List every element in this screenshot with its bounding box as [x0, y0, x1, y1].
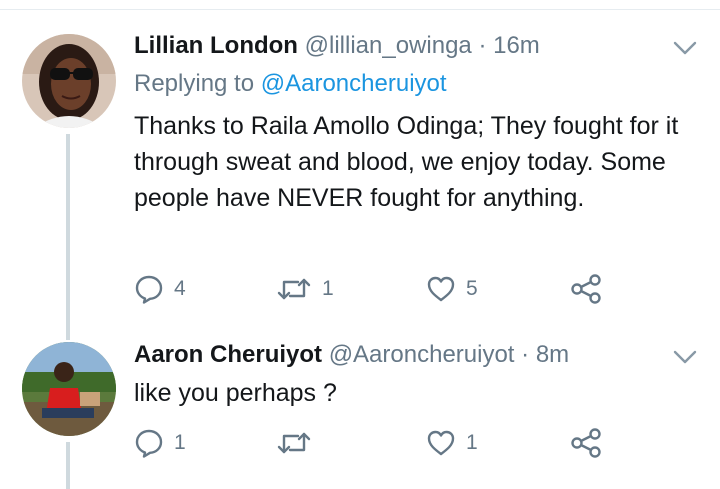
separator-dot: ·	[478, 32, 487, 59]
chevron-down-icon[interactable]	[672, 38, 698, 58]
thread-line-top	[66, 330, 70, 340]
thread-line-bottom	[66, 442, 70, 489]
display-name[interactable]: Aaron Cheruiyot	[134, 341, 322, 368]
like-button[interactable]: 1	[426, 428, 478, 458]
reply-icon	[135, 275, 163, 304]
replying-to: Replying to @Aaroncheruiyot	[134, 69, 447, 99]
reply-count: 4	[174, 277, 186, 300]
separator-dot: ·	[521, 341, 530, 368]
tweet-aaron[interactable]: Aaron Cheruiyot @Aaroncheruiyot · 8m lik…	[0, 330, 720, 489]
tweet-header: Lillian London @lillian_owinga · 16m	[134, 31, 540, 61]
replying-to-mention[interactable]: @Aaroncheruiyot	[261, 70, 447, 97]
reply-button[interactable]: 4	[134, 274, 186, 304]
user-handle[interactable]: @Aaroncheruiyot	[329, 341, 515, 368]
chevron-down-icon[interactable]	[672, 347, 698, 367]
thread-line	[66, 134, 70, 330]
reply-count: 1	[174, 431, 186, 454]
tweet-actions: 4 1 5	[134, 274, 614, 304]
retweet-button[interactable]: 1	[276, 274, 334, 304]
share-icon	[571, 274, 601, 304]
tweet-text: Thanks to Raila Amollo Odinga; They foug…	[134, 112, 679, 212]
tweet-header: Aaron Cheruiyot @Aaroncheruiyot · 8m	[134, 340, 569, 370]
display-name[interactable]: Lillian London	[134, 32, 298, 59]
share-icon	[571, 428, 601, 458]
user-handle[interactable]: @lillian_owinga	[305, 32, 472, 59]
tweet-text: like you perhaps ?	[134, 379, 337, 407]
tweet-actions: 1 1	[134, 428, 614, 458]
timestamp[interactable]: 16m	[493, 32, 540, 59]
share-button[interactable]	[570, 274, 602, 304]
heart-icon	[427, 276, 455, 302]
heart-icon	[427, 430, 455, 456]
tweet-lillian[interactable]: Lillian London @lillian_owinga · 16m Rep…	[0, 0, 720, 330]
avatar-lillian[interactable]	[22, 34, 116, 128]
like-button[interactable]: 5	[426, 274, 478, 304]
retweet-button[interactable]	[276, 428, 322, 458]
retweet-icon	[277, 432, 311, 454]
like-count: 1	[466, 431, 478, 454]
reply-icon	[135, 429, 163, 458]
like-count: 5	[466, 277, 478, 300]
replying-to-label: Replying to	[134, 70, 255, 97]
timestamp[interactable]: 8m	[536, 341, 569, 368]
retweet-icon	[277, 278, 311, 300]
share-button[interactable]	[570, 428, 602, 458]
reply-button[interactable]: 1	[134, 428, 186, 458]
avatar-aaron[interactable]	[22, 342, 116, 436]
retweet-count: 1	[322, 277, 334, 300]
